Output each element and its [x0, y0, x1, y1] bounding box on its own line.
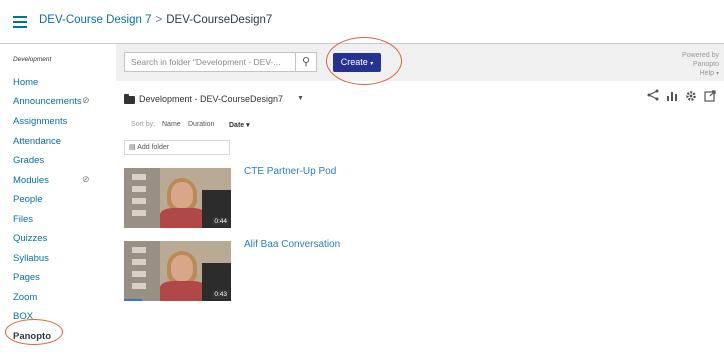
stats-icon[interactable] — [666, 89, 678, 107]
sidebar-item-assignments[interactable]: Assignments — [13, 116, 67, 127]
sidebar-item-zoom[interactable]: Zoom — [13, 292, 37, 303]
help-label: Help — [699, 70, 715, 77]
session-title[interactable]: Alif Baa Conversation — [244, 239, 340, 250]
sidebar-item-quizzes[interactable]: Quizzes — [13, 233, 47, 244]
folder-name[interactable]: Development - DEV-CourseDesign7 — [139, 94, 283, 104]
session-title[interactable]: CTE Partner-Up Pod — [244, 166, 336, 177]
search-input[interactable]: Search in folder "Development - DEV-... — [124, 52, 296, 72]
breadcrumb-current: DEV-CourseDesign7 — [166, 14, 273, 26]
sort-label: Sort by: — [131, 121, 156, 128]
sidebar-item-files[interactable]: Files — [13, 214, 33, 225]
sort-desc-icon: ▾ — [246, 122, 250, 129]
course-sidebar: Development Home Announcements ⊘ Assignm… — [0, 44, 108, 354]
eye-slash-icon: ⊘ — [82, 174, 90, 184]
add-folder-button[interactable]: ▤ Add folder — [124, 140, 230, 155]
annotation-circle-create — [326, 37, 402, 85]
eye-slash-icon: ⊘ — [82, 95, 90, 105]
watch-progress-bar — [124, 299, 143, 301]
caret-down-icon: ▾ — [715, 71, 719, 77]
folder-dropdown-icon[interactable]: ▼ — [297, 95, 304, 102]
breadcrumb-separator: > — [155, 14, 163, 26]
sidebar-item-pages[interactable]: Pages — [13, 272, 40, 283]
search-button[interactable]: ⚲ — [296, 52, 317, 72]
search-icon: ⚲ — [301, 56, 311, 68]
breadcrumb-course-link[interactable]: DEV-Course Design 7 — [39, 14, 152, 26]
settings-icon[interactable] — [685, 89, 697, 107]
sort-by-date[interactable]: Date ▾ — [229, 121, 250, 129]
sidebar-item-announcements[interactable]: Announcements — [13, 96, 82, 107]
panopto-brand: Panopto — [692, 61, 719, 68]
add-folder-label: Add folder — [137, 144, 170, 151]
folder-add-icon: ▤ — [129, 144, 136, 151]
sidebar-item-grades[interactable]: Grades — [13, 155, 44, 166]
sort-by-duration[interactable]: Duration — [188, 121, 214, 128]
sort-by-date-label: Date — [229, 122, 245, 129]
sidebar-item-attendance[interactable]: Attendance — [13, 136, 61, 147]
powered-by-label: Powered by — [682, 52, 719, 59]
open-external-icon[interactable] — [704, 89, 716, 107]
annotation-circle-panopto — [5, 319, 63, 345]
sidebar-item-home[interactable]: Home — [13, 77, 38, 88]
session-thumbnail[interactable]: 0:44 — [124, 168, 231, 228]
session-duration: 0:43 — [212, 290, 229, 299]
share-icon[interactable] — [647, 89, 659, 104]
sort-by-name[interactable]: Name — [162, 121, 181, 128]
help-menu[interactable]: Help ▾ — [682, 69, 719, 79]
session-thumbnail[interactable]: 0:43 — [124, 241, 231, 301]
powered-by-panopto: Powered by Panopto Help ▾ — [682, 51, 719, 79]
session-duration: 0:44 — [212, 217, 229, 226]
sidebar-item-modules[interactable]: Modules — [13, 175, 49, 186]
sidebar-context-label: Development — [13, 56, 52, 63]
sidebar-item-syllabus[interactable]: Syllabus — [13, 253, 49, 264]
breadcrumb: DEV-Course Design 7 > DEV-CourseDesign7 — [39, 14, 272, 26]
folder-icon — [124, 94, 135, 104]
hamburger-menu-icon[interactable] — [13, 16, 27, 28]
sidebar-item-people[interactable]: People — [13, 194, 43, 205]
